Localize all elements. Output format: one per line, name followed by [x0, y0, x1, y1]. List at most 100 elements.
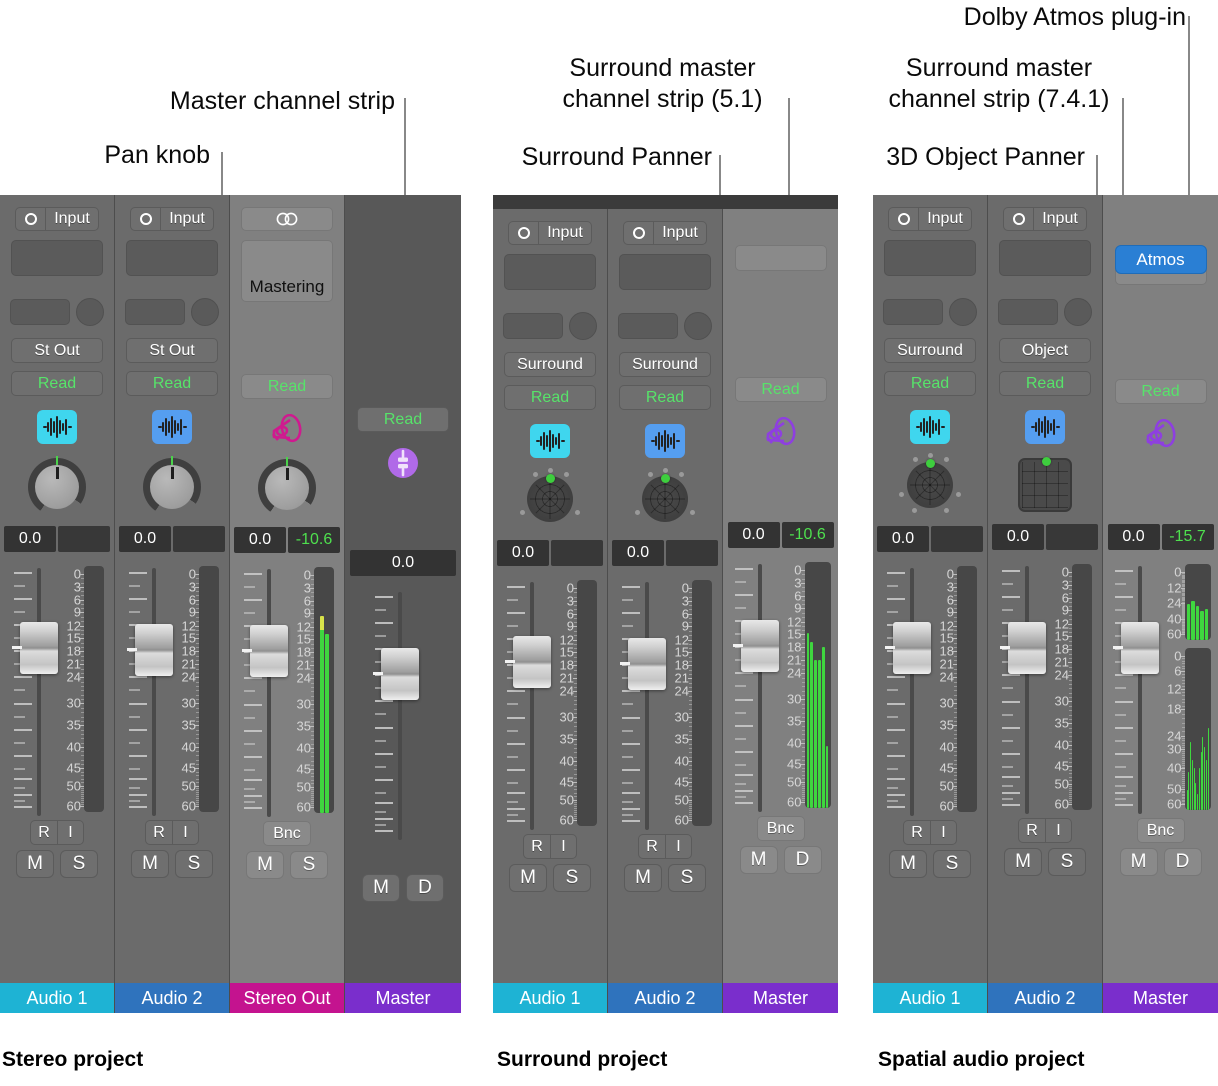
pan-knob[interactable]	[258, 457, 316, 517]
channel-strip-stereo-out[interactable]: Mastering Read 0.0 -10.6 0 3 6 9 12 15 1…	[230, 195, 345, 1013]
volume-value[interactable]: 0.0	[497, 540, 549, 566]
input-monitor-button[interactable]: I	[665, 834, 692, 859]
send-knob[interactable]	[569, 312, 597, 340]
output-slot-button[interactable]: St Out	[11, 338, 103, 363]
input-slot-button[interactable]: Input	[45, 207, 99, 231]
record-button[interactable]: R	[523, 834, 550, 859]
channel-name-audio2[interactable]: Audio 2	[988, 983, 1102, 1013]
channel-name-audio1[interactable]: Audio 1	[493, 983, 607, 1013]
input-slot-button[interactable]: Input	[538, 221, 592, 245]
fader-handle[interactable]	[373, 648, 419, 700]
channel-name-master[interactable]: Master	[345, 983, 461, 1013]
mute-dim-row[interactable]: M D	[739, 846, 822, 874]
record-button[interactable]: R	[30, 820, 57, 845]
send-knob[interactable]	[191, 298, 219, 326]
send-row[interactable]	[503, 312, 597, 340]
mute-button[interactable]: M	[131, 850, 169, 878]
object-position-dot[interactable]	[1042, 457, 1051, 466]
mute-solo-row[interactable]: M S	[1004, 848, 1086, 876]
channel-name-master[interactable]: Master	[723, 983, 838, 1013]
fader-handle[interactable]	[12, 622, 58, 674]
input-slot-button[interactable]: Input	[653, 221, 707, 245]
channel-strip-audio2[interactable]: Input St Out Read 0.0 0 3 6 9 12 15 18 2…	[115, 195, 230, 1013]
volume-fader[interactable]	[371, 590, 419, 840]
volume-fader[interactable]	[125, 566, 173, 816]
input-row[interactable]: Input	[15, 207, 99, 231]
record-input-row[interactable]: R I	[638, 834, 692, 859]
volume-fader[interactable]	[240, 567, 288, 817]
stereo-link-button[interactable]	[241, 207, 333, 231]
solo-button[interactable]: S	[553, 864, 591, 892]
channel-strip-audio1[interactable]: Input St Out Read 0.0 0 3 6 9 12 15 18 2…	[0, 195, 115, 1013]
channel-name-audio2[interactable]: Audio 2	[115, 983, 229, 1013]
volume-value[interactable]: 0.0	[877, 526, 929, 552]
send-slot[interactable]	[503, 313, 563, 339]
bounce-button[interactable]: Bnc	[756, 816, 805, 841]
channel-strip-audio1[interactable]: Input Surround Read 0.0 0 3 6 9 12 15 18…	[493, 195, 608, 1013]
channel-strip-spatial-master[interactable]: Atmos Read 0.0 -15.7 0 12 24 40 60 0 6 1…	[1103, 195, 1218, 1013]
mute-button[interactable]: M	[1004, 848, 1042, 876]
mute-dim-row[interactable]: M D	[362, 874, 444, 902]
send-slot[interactable]	[10, 299, 70, 325]
plugin-slot[interactable]	[734, 245, 827, 271]
peak-value[interactable]	[58, 526, 110, 552]
fader-handle[interactable]	[127, 624, 173, 676]
automation-mode-button[interactable]: Read	[999, 371, 1091, 396]
automation-mode-button[interactable]: Read	[504, 385, 596, 410]
record-button[interactable]: R	[1018, 818, 1045, 843]
input-monitor-button[interactable]: I	[930, 820, 957, 845]
mastering-plugin-slot[interactable]: Mastering	[241, 240, 333, 302]
input-monitor-button[interactable]: I	[172, 820, 199, 845]
send-slot[interactable]	[998, 299, 1058, 325]
channel-name-audio2[interactable]: Audio 2	[608, 983, 722, 1013]
input-row[interactable]: Input	[623, 221, 707, 245]
mute-button[interactable]: M	[1119, 848, 1158, 876]
mute-button[interactable]: M	[889, 850, 927, 878]
record-input-row[interactable]: R I	[30, 820, 84, 845]
channel-name-master[interactable]: Master	[1103, 983, 1218, 1013]
record-button[interactable]: R	[903, 820, 930, 845]
input-slot-button[interactable]: Input	[160, 207, 214, 231]
bounce-button[interactable]: Bnc	[263, 821, 311, 846]
mute-button[interactable]: M	[624, 864, 662, 892]
dolby-atmos-plugin-button[interactable]: Atmos	[1114, 245, 1207, 274]
peak-value[interactable]	[551, 540, 603, 566]
mute-solo-row[interactable]: M S	[16, 850, 98, 878]
record-input-row[interactable]: R I	[523, 834, 577, 859]
send-knob[interactable]	[949, 298, 977, 326]
dim-button[interactable]: D	[1163, 848, 1202, 876]
solo-button[interactable]: S	[175, 850, 213, 878]
record-enable-button[interactable]	[508, 221, 539, 245]
record-input-row[interactable]: R I	[145, 820, 199, 845]
record-enable-button[interactable]	[1003, 207, 1034, 231]
eq-slot[interactable]	[126, 240, 218, 276]
volume-value[interactable]: 0.0	[1107, 524, 1160, 550]
mute-button[interactable]: M	[16, 850, 54, 878]
eq-slot[interactable]	[619, 254, 711, 290]
send-row[interactable]	[10, 298, 104, 326]
eq-slot[interactable]	[504, 254, 596, 290]
fader-handle[interactable]	[732, 620, 779, 672]
channel-name-audio1[interactable]: Audio 1	[0, 983, 114, 1013]
volume-value[interactable]: 0.0	[612, 540, 664, 566]
record-input-row[interactable]: R I	[1018, 818, 1072, 843]
fader-handle[interactable]	[242, 625, 288, 677]
mute-button[interactable]: M	[739, 846, 778, 874]
peak-value[interactable]	[173, 526, 225, 552]
fader-handle[interactable]	[505, 636, 551, 688]
volume-fader[interactable]	[883, 566, 931, 816]
channel-strip-audio1[interactable]: Input Surround Read 0.0 0 3 6 9 12 15 18…	[873, 195, 988, 1013]
send-row[interactable]	[125, 298, 219, 326]
object-panner[interactable]	[1018, 457, 1072, 512]
send-knob[interactable]	[76, 298, 104, 326]
channel-name-audio1[interactable]: Audio 1	[873, 983, 987, 1013]
mute-solo-row[interactable]: M S	[509, 864, 591, 892]
mute-button[interactable]: M	[362, 874, 400, 902]
dim-button[interactable]: D	[783, 846, 822, 874]
record-button[interactable]: R	[638, 834, 665, 859]
volume-fader[interactable]	[998, 564, 1046, 814]
pan-knob[interactable]	[28, 456, 86, 516]
peak-value[interactable]	[666, 540, 718, 566]
output-slot-button[interactable]: Surround	[884, 338, 976, 363]
eq-slot[interactable]	[884, 240, 976, 276]
